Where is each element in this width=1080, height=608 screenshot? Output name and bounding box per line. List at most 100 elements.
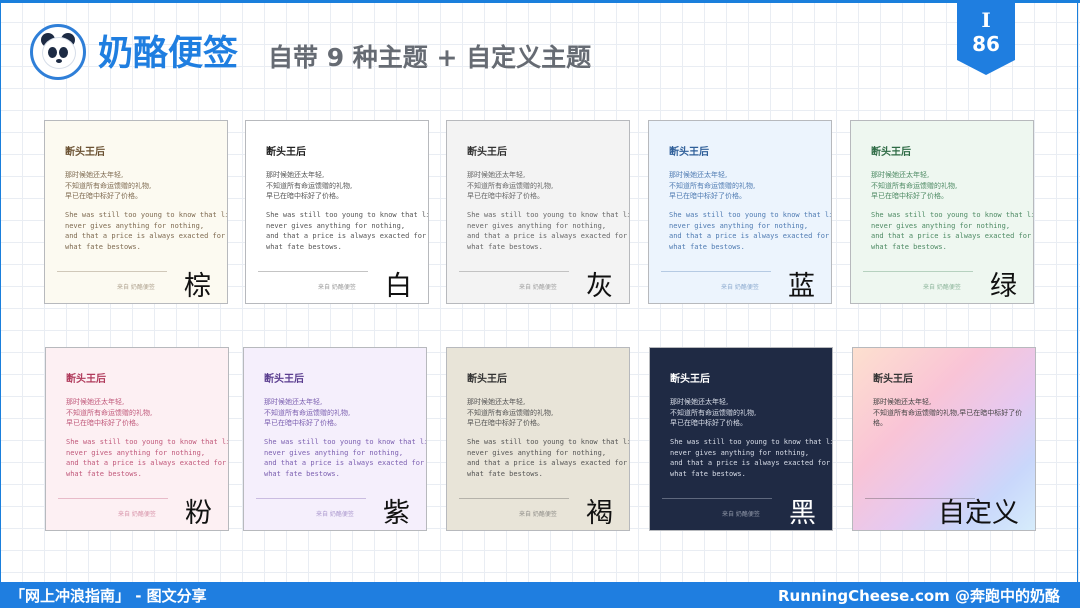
note-source: 来自 奶酪便签 [519, 511, 557, 518]
note-chinese-text: 那时候她还太年轻,不知道所有命运馈赠的礼物,早已在暗中标好了价格。 [66, 397, 152, 429]
note-divider [57, 271, 167, 272]
theme-card: 断头王后那时候她还太年轻, 不知道所有命运馈赠的礼物, 早已在暗中标好了价格。 She… [44, 120, 228, 304]
note-title: 断头王后 [467, 147, 507, 158]
note-divider [258, 271, 368, 272]
badge-number: 86 [972, 32, 1000, 56]
theme-card: 断头王后那时候她还太年轻, 不知道所有命运馈赠的礼物, 早已在暗中标好了价格。 She… [446, 347, 630, 531]
note-source: 来自 奶酪便签 [316, 511, 354, 518]
note-chinese-line: 那时候她还太年轻, [66, 398, 125, 406]
note-english-text: She was still too young to know that lif… [266, 210, 429, 252]
note-english-line: She was still too young to know that lif… [266, 211, 429, 219]
note-chinese-text: 那时候她还太年轻,不知道所有命运馈赠的礼物,早已在暗中标好了价格。 [669, 170, 755, 202]
note-chinese-line: 早已在暗中标好了价格。 [669, 192, 746, 200]
note-chinese-line: 早已在暗中标好了价格。 [871, 192, 948, 200]
note-source: 来自 奶酪便签 [118, 511, 156, 518]
note-title: 断头王后 [66, 374, 106, 385]
note-chinese-line: 那时候她还太年轻, [264, 398, 323, 406]
note-chinese-text: 那时候她还太年轻, 不知道所有命运馈赠的礼物,早已在暗中标好了价格。 [873, 397, 1033, 429]
note-english-line: She was still too young to know that lif… [264, 438, 427, 446]
note-chinese-line: 不知道所有命运馈赠的礼物, [670, 408, 757, 417]
note-english-text: She was still too young to know that lif… [871, 210, 1034, 252]
theme-label: 蓝 [788, 271, 815, 302]
note-chinese-line: 那时候她还太年轻, [467, 171, 526, 179]
note-chinese-line: 不知道所有命运馈赠的礼物, [669, 181, 756, 190]
note-divider [256, 498, 366, 499]
note-english-line: and that a price is always exacted for [670, 459, 831, 467]
note-chinese-line: 不知道所有命运馈赠的礼物, [467, 408, 554, 417]
theme-label: 棕 [184, 271, 211, 302]
note-chinese-line: 不知道所有命运馈赠的礼物, [264, 408, 351, 417]
note-chinese-line: 那时候她还太年轻, [266, 171, 325, 179]
note-english-line: never gives anything for nothing, [467, 221, 607, 230]
note-english-line: and that a price is always exacted for [266, 232, 427, 240]
note-chinese-line: 不知道所有命运馈赠的礼物, [66, 408, 153, 417]
note-chinese-text: 那时候她还太年轻,不知道所有命运馈赠的礼物,早已在暗中标好了价格。 [65, 170, 151, 202]
note-chinese-text: 那时候她还太年轻, 不知道所有命运馈赠的礼物, 早已在暗中标好了价格。 [264, 397, 350, 429]
theme-card: 断头王后那时候她还太年轻, 不知道所有命运馈赠的礼物, 早已在暗中标好了价格。 She… [243, 347, 427, 531]
note-english-line: and that a price is always exacted for [871, 232, 1032, 240]
note-english-line: never gives anything for nothing, [66, 448, 206, 457]
note-english-line: She was still too young to know that lif… [467, 211, 630, 219]
theme-card: 断头王后 那时候她还太年轻, 不知道所有命运馈赠的礼物, 早已在暗中标好了价格。 She… [649, 347, 833, 531]
page-number-badge: I 86 [957, 0, 1015, 75]
note-chinese-line: 早已在暗中标好了价格。 [65, 192, 142, 200]
note-english-text: She was still too young to know that lif… [467, 210, 630, 252]
note-chinese-line: 那时候她还太年轻, [873, 398, 932, 406]
theme-label: 黑 [789, 498, 816, 529]
theme-card: 断头王后 那时候她还太年轻, 不知道所有命运馈赠的礼物, 早已在暗中标好了价格。 She… [850, 120, 1034, 304]
note-english-line: She was still too young to know that lif… [871, 211, 1034, 219]
note-english-line: and that a price is always exacted for [264, 459, 425, 467]
note-divider [459, 498, 569, 499]
theme-label: 自定义 [938, 498, 1019, 529]
note-title: 断头王后 [670, 374, 710, 385]
note-divider [58, 498, 168, 499]
panda-logo-icon [30, 24, 86, 80]
note-divider [662, 498, 772, 499]
badge-symbol: I [981, 8, 991, 32]
note-english-text: She was still too young to know that lif… [669, 210, 832, 252]
note-chinese-text: 那时候她还太年轻,不知道所有命运馈赠的礼物,早已在暗中标好了价格。 [871, 170, 957, 202]
note-source: 来自 奶酪便签 [318, 284, 356, 291]
note-source: 来自 奶酪便签 [721, 284, 759, 291]
note-english-line: She was still too young to know that lif… [669, 211, 832, 219]
theme-card: 断头王后 那时候她还太年轻, 不知道所有命运馈赠的礼物, 早已在暗中标好了价格。 She… [245, 120, 429, 304]
note-divider [863, 271, 973, 272]
note-english-line: She was still too young to know that lif… [467, 438, 630, 446]
note-chinese-line: 不知道所有命运馈赠的礼物, [266, 181, 353, 190]
footer-right-text: RunningCheese.com @奔跑中的奶酪 [777, 587, 1060, 605]
note-chinese-text: 那时候她还太年轻,不知道所有命运馈赠的礼物,早已在暗中标好了价格。 [266, 170, 352, 202]
note-chinese-text: 那时候她还太年轻,不知道所有命运馈赠的礼物,早已在暗中标好了价格。 [467, 170, 553, 202]
note-title: 断头王后 [65, 147, 105, 158]
note-title: 断头王后 [871, 147, 911, 158]
note-english-line: never gives anything for nothing, [670, 448, 810, 457]
note-chinese-line: 不知道所有命运馈赠的礼物,早已在暗中标好了价格。 [873, 408, 1023, 428]
note-chinese-line: 早已在暗中标好了价格。 [467, 419, 544, 427]
theme-card: 断头王后那时候她还太年轻, 不知道所有命运馈赠的礼物,早已在暗中标好了价格。自定义 [852, 347, 1036, 531]
note-english-line: and that a price is always exacted for [467, 232, 628, 240]
note-english-line: and that a price is always exacted for [65, 232, 226, 240]
note-title: 断头王后 [264, 374, 304, 385]
note-english-line: what fate bestows. [65, 242, 141, 251]
note-chinese-line: 早已在暗中标好了价格。 [264, 419, 341, 427]
note-chinese-text: 那时候她还太年轻,不知道所有命运馈赠的礼物,早已在暗中标好了价格。 [670, 397, 756, 429]
theme-label: 紫 [383, 498, 410, 529]
note-divider [661, 271, 771, 272]
note-title: 断头王后 [873, 374, 913, 385]
note-english-line: never gives anything for nothing, [871, 221, 1011, 230]
note-english-line: what fate bestows. [266, 242, 342, 251]
note-chinese-line: 早已在暗中标好了价格。 [467, 192, 544, 200]
note-english-line: She was still too young to know that lif… [66, 438, 229, 446]
note-chinese-line: 不知道所有命运馈赠的礼物, [871, 181, 958, 190]
note-chinese-line: 那时候她还太年轻, [65, 171, 124, 179]
note-source: 来自 奶酪便签 [117, 284, 155, 291]
note-english-line: and that a price is always exacted for [669, 232, 830, 240]
note-title: 断头王后 [467, 374, 507, 385]
note-english-line: She was still too young to know that lif… [65, 211, 228, 219]
note-chinese-text: 那时候她还太年轻, 不知道所有命运馈赠的礼物, 早已在暗中标好了价格。 [467, 397, 553, 429]
footer-bar: 「网上冲浪指南」 - 图文分享 RunningCheese.com @奔跑中的奶… [0, 582, 1080, 608]
note-chinese-line: 那时候她还太年轻, [670, 398, 729, 406]
note-english-text: She was still too young to know that lif… [467, 437, 630, 479]
page-subtitle: 自带 9 种主题 + 自定义主题 [268, 43, 592, 72]
note-english-text: She was still too young to know that lif… [264, 437, 427, 479]
note-chinese-line: 那时候她还太年轻, [467, 398, 526, 406]
